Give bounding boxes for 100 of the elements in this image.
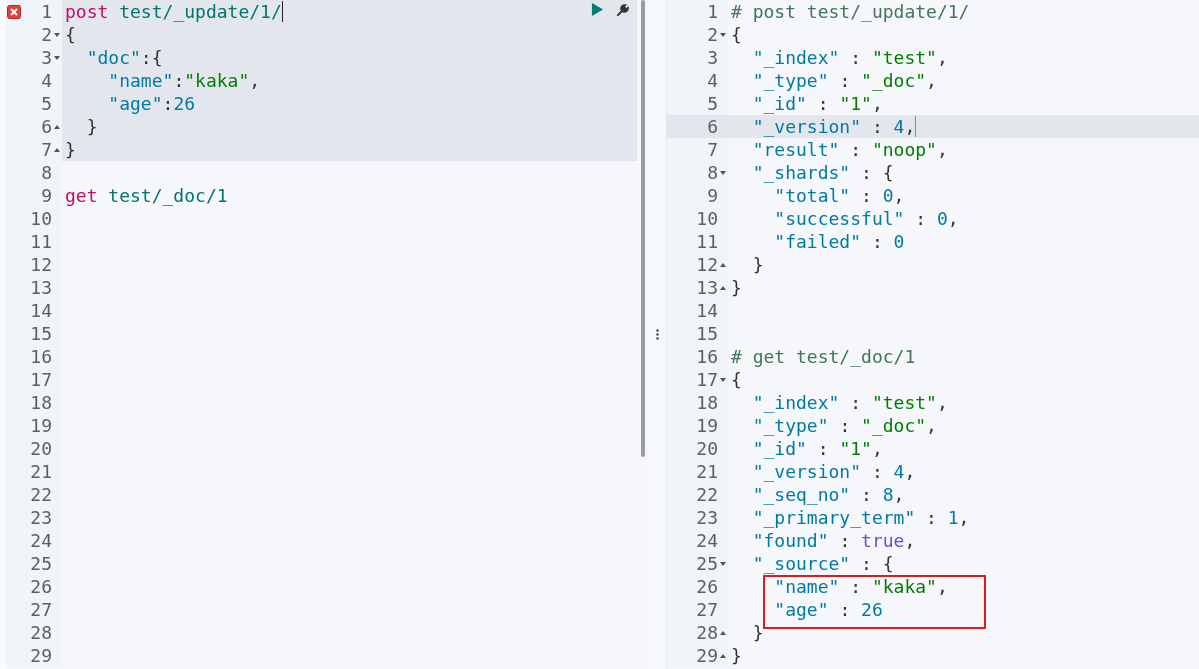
code-line: } bbox=[751, 253, 764, 276]
line-number: 25 bbox=[29, 552, 52, 575]
line-number: 21 bbox=[695, 460, 718, 483]
wrench-icon[interactable] bbox=[616, 2, 631, 17]
line-number: 5 bbox=[706, 92, 718, 115]
code-line: "_source" : { bbox=[751, 552, 894, 575]
line-number: 19 bbox=[29, 414, 52, 437]
fold-arrow-icon[interactable] bbox=[720, 630, 726, 635]
line-number: 13 bbox=[695, 276, 718, 299]
line-number: 16 bbox=[695, 345, 718, 368]
line-number: 7 bbox=[40, 138, 52, 161]
line-number: 18 bbox=[29, 391, 52, 414]
line-number: 29 bbox=[695, 644, 718, 667]
code-line: { bbox=[731, 23, 742, 46]
code-line: "_id" : "1", bbox=[751, 92, 883, 115]
scrollbar-thumb[interactable] bbox=[641, 0, 645, 457]
fold-arrow-icon[interactable] bbox=[720, 285, 726, 290]
fold-arrow-icon[interactable] bbox=[54, 124, 60, 129]
code-line: "_shards" : { bbox=[751, 161, 894, 184]
line-number: 12 bbox=[695, 253, 718, 276]
code-line: "_index" : "test", bbox=[751, 46, 948, 69]
line-number: 1 bbox=[40, 0, 52, 23]
code-line: } bbox=[65, 138, 76, 161]
line-number: 20 bbox=[695, 437, 718, 460]
code-line: } bbox=[731, 644, 742, 667]
code-line: # get test/_doc/1 bbox=[731, 345, 916, 368]
code-line: "_type" : "_doc", bbox=[751, 69, 937, 92]
code-line: "found" : true, bbox=[751, 529, 916, 552]
play-icon[interactable] bbox=[591, 2, 604, 17]
line-number: 29 bbox=[29, 644, 52, 667]
code-line: post test/_update/1/ bbox=[65, 0, 282, 23]
line-number: 1 bbox=[706, 0, 718, 23]
line-number: 14 bbox=[29, 299, 52, 322]
line-number: 6 bbox=[706, 115, 718, 138]
fold-arrow-icon[interactable] bbox=[720, 32, 726, 37]
line-number: 9 bbox=[706, 184, 718, 207]
fold-arrow-icon[interactable] bbox=[54, 147, 60, 152]
line-number: 27 bbox=[29, 598, 52, 621]
code-line: { bbox=[65, 23, 76, 46]
line-number: 15 bbox=[29, 322, 52, 345]
line-number: 2 bbox=[40, 23, 52, 46]
code-line: "_index" : "test", bbox=[751, 391, 948, 414]
code-line: "failed" : 0 bbox=[773, 230, 905, 253]
line-number: 26 bbox=[29, 575, 52, 598]
line-number: 12 bbox=[29, 253, 52, 276]
line-number: 22 bbox=[695, 483, 718, 506]
line-number: 15 bbox=[695, 322, 718, 345]
line-number: 10 bbox=[29, 207, 52, 230]
fold-arrow-icon[interactable] bbox=[720, 653, 726, 658]
request-editor-panel[interactable]: 1 post test/_update/1/ 2 { 3 "doc":{ 4 "name":"kaka", 5 "age":26 6 } 7 } 8 9 get test/_doc/1 10 11 12 13 14 15 16 17 18 19 20 21 22 23 24 25 26 27 28 29 bbox=[0, 0, 649, 669]
line-number: 8 bbox=[706, 161, 718, 184]
code-line: get test/_doc/1 bbox=[65, 184, 228, 207]
line-number: 2 bbox=[706, 23, 718, 46]
line-number: 20 bbox=[29, 437, 52, 460]
line-number: 3 bbox=[40, 46, 52, 69]
code-line: "age" : 26 bbox=[773, 598, 883, 621]
line-number: 11 bbox=[29, 230, 52, 253]
code-line: "_seq_no" : 8, bbox=[751, 483, 905, 506]
code-line: # post test/_update/1/ bbox=[731, 0, 970, 23]
line-number: 23 bbox=[695, 506, 718, 529]
code-line: "_primary_term" : 1, bbox=[751, 506, 970, 529]
line-number: 27 bbox=[695, 598, 718, 621]
line-number: 25 bbox=[695, 552, 718, 575]
code-line: } bbox=[85, 115, 98, 138]
fold-arrow-icon[interactable] bbox=[54, 32, 60, 37]
line-number: 18 bbox=[695, 391, 718, 414]
line-number: 4 bbox=[40, 69, 52, 92]
fold-arrow-icon[interactable] bbox=[720, 262, 726, 267]
fold-arrow-icon[interactable] bbox=[720, 561, 726, 566]
code-line: "total" : 0, bbox=[773, 184, 905, 207]
line-number: 17 bbox=[695, 368, 718, 391]
code-line: "_id" : "1", bbox=[751, 437, 883, 460]
line-number: 22 bbox=[29, 483, 52, 506]
line-number: 8 bbox=[40, 161, 52, 184]
line-number: 4 bbox=[706, 69, 718, 92]
code-line: "name" : "kaka", bbox=[773, 575, 948, 598]
line-number: 3 bbox=[706, 46, 718, 69]
code-line: "result" : "noop", bbox=[751, 138, 948, 161]
line-number: 7 bbox=[706, 138, 718, 161]
line-number: 13 bbox=[29, 276, 52, 299]
resize-handle-icon[interactable] bbox=[656, 329, 659, 340]
line-number: 6 bbox=[40, 115, 52, 138]
line-number: 14 bbox=[695, 299, 718, 322]
code-line: "_version" : 4, bbox=[751, 460, 916, 483]
code-line: } bbox=[731, 276, 742, 299]
line-number: 24 bbox=[695, 529, 718, 552]
fold-arrow-icon[interactable] bbox=[720, 377, 726, 382]
line-number: 24 bbox=[29, 529, 52, 552]
line-number: 28 bbox=[695, 621, 718, 644]
line-number: 19 bbox=[695, 414, 718, 437]
line-number: 28 bbox=[29, 621, 52, 644]
code-line: { bbox=[731, 368, 742, 391]
code-line: "age":26 bbox=[107, 92, 196, 115]
fold-arrow-icon[interactable] bbox=[720, 170, 726, 175]
line-number: 21 bbox=[29, 460, 52, 483]
fold-arrow-icon[interactable] bbox=[54, 55, 60, 60]
line-number: 17 bbox=[29, 368, 52, 391]
line-number: 5 bbox=[40, 92, 52, 115]
line-number: 9 bbox=[40, 184, 52, 207]
line-number: 23 bbox=[29, 506, 52, 529]
